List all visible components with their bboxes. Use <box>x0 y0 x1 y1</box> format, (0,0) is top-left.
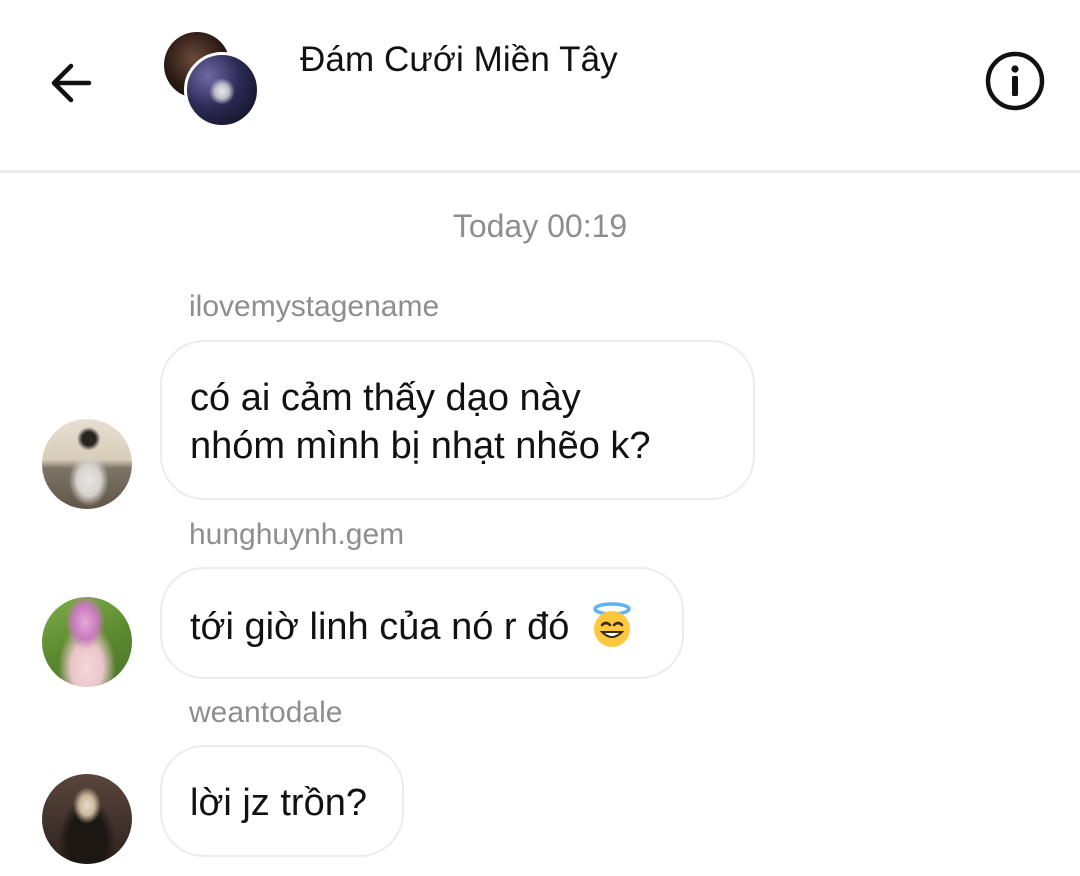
sender-avatar[interactable] <box>42 774 132 864</box>
info-icon <box>985 51 1045 111</box>
message-bubble[interactable]: có ai cảm thấy dạo này nhóm mình bị nhạt… <box>160 340 755 500</box>
message-bubble[interactable]: tới giờ linh của nó r đó <box>160 567 684 679</box>
message-line: nhóm mình bị nhạt nhẽo k? <box>190 425 651 467</box>
sender-avatar[interactable] <box>42 419 132 509</box>
chat-header: Đám Cưới Miền Tây <box>0 0 1080 173</box>
sender-username: weantodale <box>189 696 343 729</box>
message-line: có ai cảm thấy dạo này <box>190 377 581 419</box>
back-button[interactable] <box>38 50 104 116</box>
smiling-face-with-halo-icon <box>593 602 631 647</box>
sender-avatar[interactable] <box>42 597 132 687</box>
member-avatar-front <box>184 52 260 128</box>
sender-username: ilovemystagename <box>189 290 440 323</box>
group-title[interactable]: Đám Cưới Miền Tây <box>300 40 618 80</box>
message-timestamp: Today 00:19 <box>452 208 628 244</box>
group-avatar[interactable] <box>160 30 260 128</box>
message-bubble[interactable]: lời jz trồn? <box>160 745 404 857</box>
message-line: lời jz trồn? <box>190 782 367 824</box>
message-line: tới giờ linh của nó r đó <box>190 606 570 648</box>
arrow-left-icon <box>51 63 92 103</box>
info-button[interactable] <box>984 50 1046 112</box>
sender-username: hunghuynh.gem <box>189 518 405 551</box>
